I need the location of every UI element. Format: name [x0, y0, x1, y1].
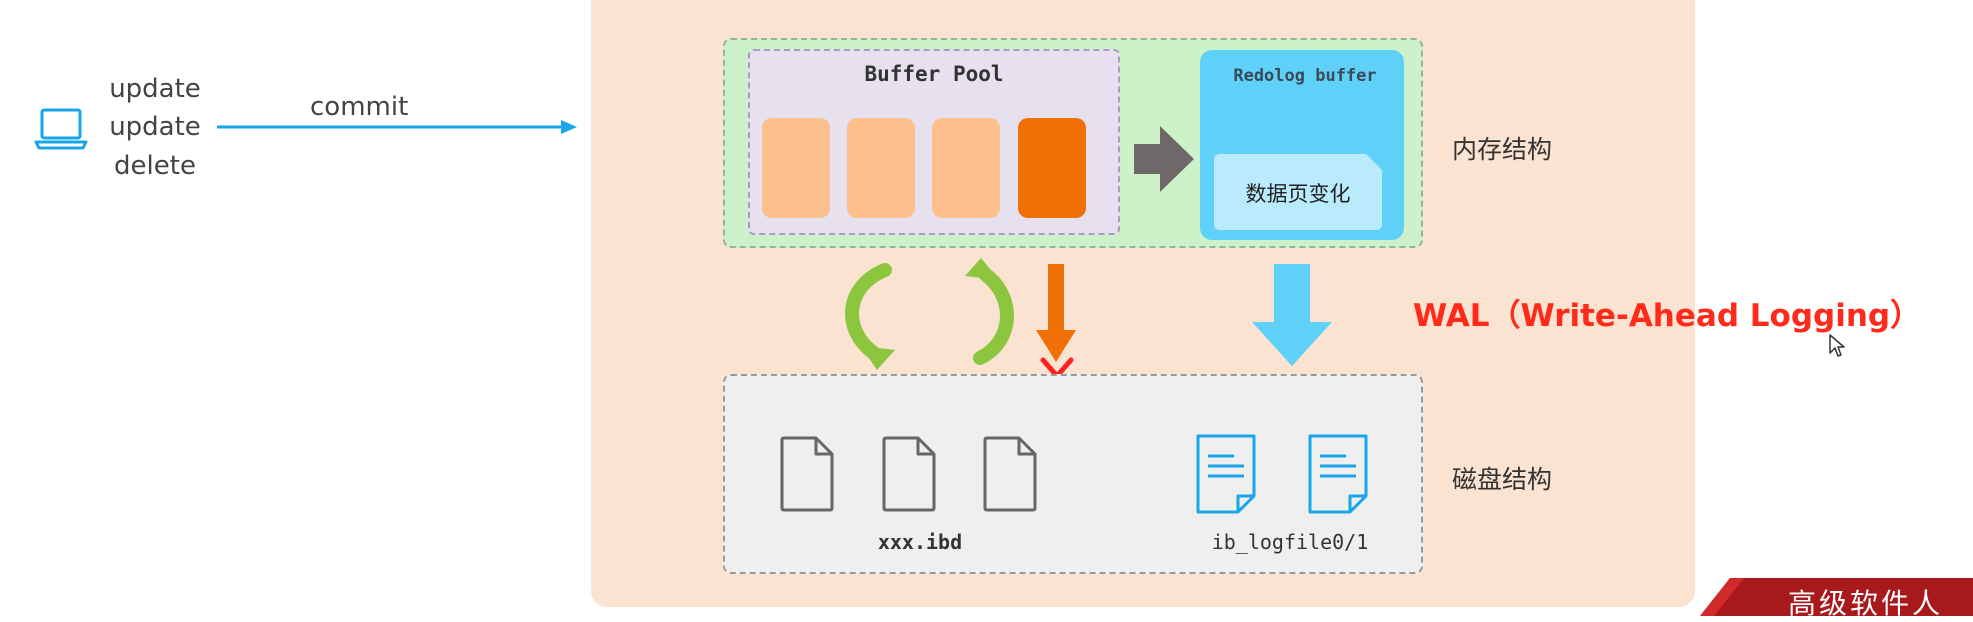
flush-to-redolog-arrow: [1134, 126, 1194, 192]
buffer-page: [847, 118, 915, 218]
operation-update-1: update: [109, 74, 201, 104]
data-file-label: xxx.ibd: [877, 530, 963, 554]
watermark-text: 高级软件人: [1788, 587, 1944, 620]
file-icon: [983, 436, 1037, 512]
dirty-page-flush-arrow: [1036, 264, 1076, 362]
redolog-buffer-title: Redolog buffer: [1233, 66, 1377, 86]
buffer-page: [762, 118, 830, 218]
commit-arrow: [217, 120, 577, 134]
laptop-icon: [34, 108, 88, 150]
buffer-pool-title: Buffer Pool: [864, 62, 1004, 86]
redolog-content-text: 数据页变化: [1245, 182, 1351, 206]
file-icon: [882, 436, 936, 512]
operation-delete: delete: [114, 151, 196, 181]
buffer-page: [932, 118, 1000, 218]
buffer-page-dirty: [1018, 118, 1086, 218]
text-file-icon: [1196, 434, 1256, 514]
operation-update-2: update: [109, 112, 201, 142]
text-file-icon: [1308, 434, 1368, 514]
mouse-cursor-icon: [1829, 334, 1845, 357]
wal-label: WAL（Write-Ahead Logging）: [1413, 298, 1922, 334]
redolog-write-arrow: [1252, 264, 1332, 366]
sync-cycle-icon: [845, 258, 1014, 370]
log-file-label: ib_logfile0/1: [1211, 530, 1369, 554]
memory-structure-label: 内存结构: [1452, 135, 1553, 164]
disk-structure-label: 磁盘结构: [1452, 465, 1553, 494]
file-icon: [780, 436, 834, 512]
